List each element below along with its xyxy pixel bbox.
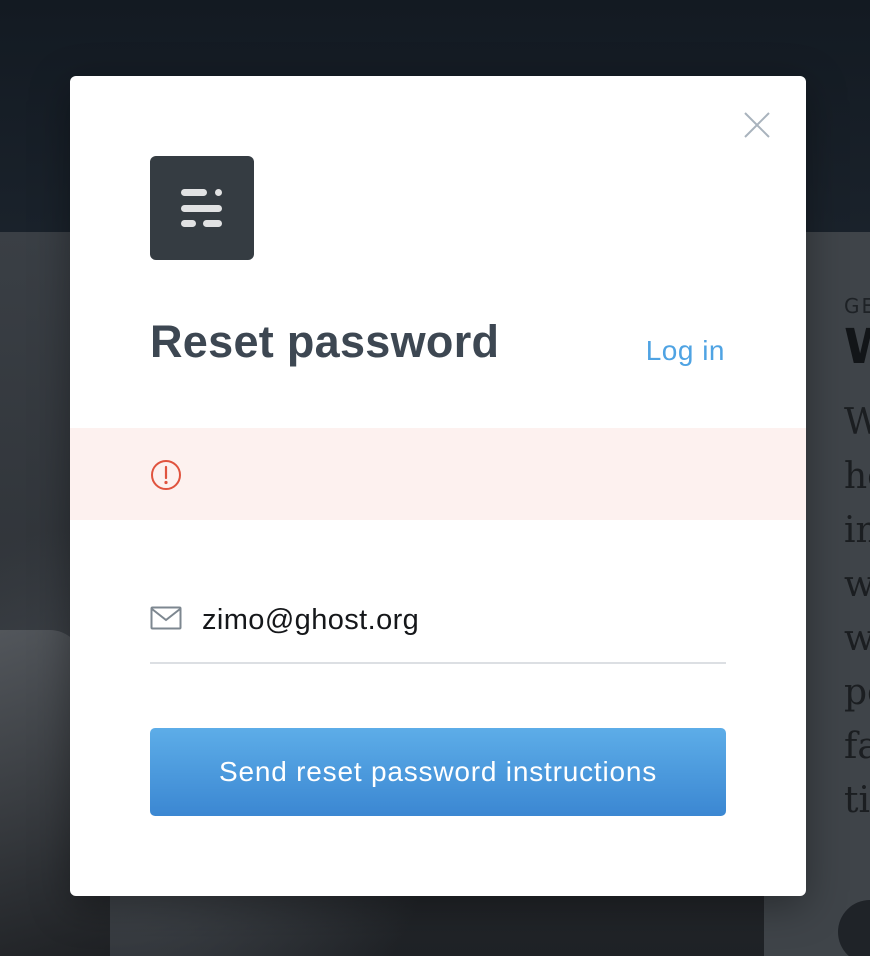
mail-icon: [150, 606, 182, 630]
background-title: W: [844, 322, 870, 372]
send-reset-instructions-button[interactable]: Send reset password instructions: [150, 728, 726, 816]
ghost-logo-icon: [181, 189, 222, 227]
close-icon: [744, 112, 770, 138]
background-text-line: W: [844, 402, 870, 443]
background-text-line: ti: [844, 780, 870, 821]
error-alert: [70, 428, 806, 520]
email-field-row: [150, 586, 726, 664]
login-link[interactable]: Log in: [646, 335, 725, 367]
close-button[interactable]: [742, 110, 772, 140]
page-title: Reset password: [150, 316, 500, 367]
background-text-line: pe: [844, 672, 870, 713]
background-text-line: he: [844, 456, 870, 497]
background-tag: GE: [844, 294, 870, 318]
reset-password-modal: Reset password Log in Send reset passwor…: [70, 76, 806, 896]
site-logo: [150, 156, 254, 260]
background-text-line: fa: [844, 726, 870, 767]
background-text-line: w: [844, 564, 870, 605]
alert-circle-icon: [151, 460, 181, 490]
email-field[interactable]: [202, 598, 722, 642]
background-text-line: w: [844, 618, 870, 659]
background-text-line: in: [844, 510, 870, 551]
